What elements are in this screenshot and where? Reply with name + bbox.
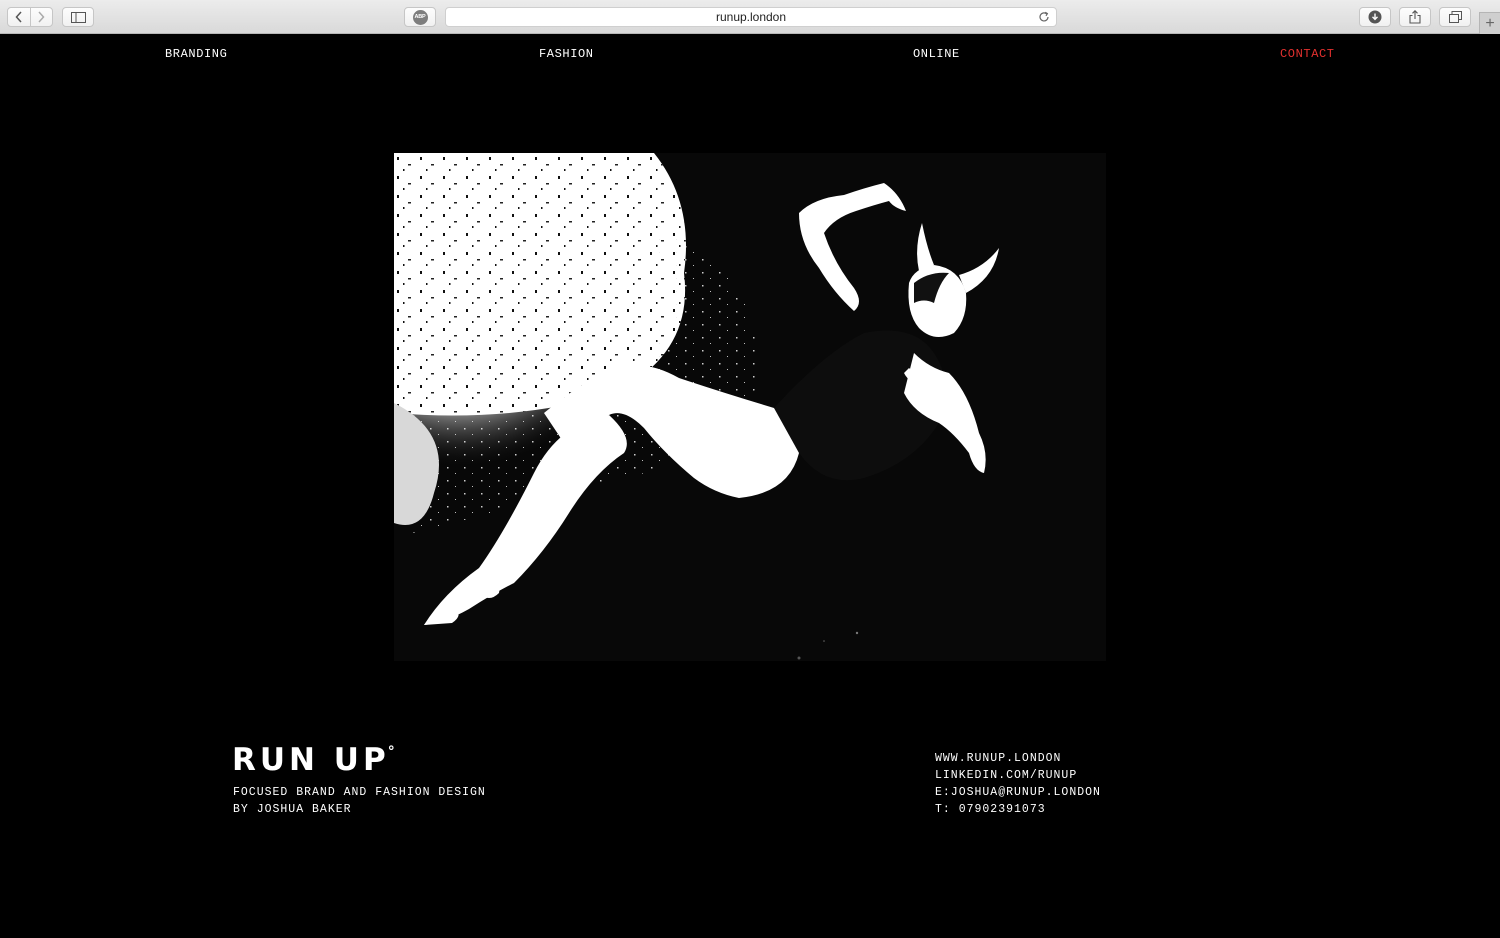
- chevron-right-icon: [38, 11, 45, 23]
- tagline-primary: FOCUSED BRAND AND FASHION DESIGN: [233, 786, 486, 799]
- back-button[interactable]: [8, 8, 30, 26]
- share-icon: [1409, 10, 1421, 24]
- chevron-left-icon: [15, 11, 22, 23]
- history-nav: [7, 7, 53, 27]
- adblock-button[interactable]: ABP: [404, 7, 436, 27]
- tab-overview-button[interactable]: [1439, 7, 1471, 27]
- sidebar-icon: [70, 11, 86, 23]
- browser-toolbar: ABP runup.london +: [0, 0, 1500, 34]
- phone-link[interactable]: T: 07902391073: [935, 803, 1046, 816]
- reload-icon[interactable]: [1037, 10, 1051, 24]
- email-link[interactable]: E:JOSHUA@RUNUP.LONDON: [935, 786, 1101, 799]
- website-link[interactable]: WWW.RUNUP.LONDON: [935, 752, 1061, 765]
- linkedin-link[interactable]: LINKEDIN.COM/RUNUP: [935, 769, 1077, 782]
- forward-button[interactable]: [29, 8, 52, 26]
- downloads-button[interactable]: [1359, 7, 1391, 27]
- download-icon: [1368, 10, 1382, 24]
- nav-fashion[interactable]: FASHION: [539, 47, 594, 61]
- new-tab-button[interactable]: +: [1479, 12, 1500, 34]
- address-bar[interactable]: runup.london: [445, 7, 1057, 27]
- nav-branding[interactable]: BRANDING: [165, 47, 227, 61]
- tagline-author: BY JOSHUA BAKER: [233, 803, 352, 816]
- logo-text: RUN UP: [232, 742, 390, 778]
- nav-online[interactable]: ONLINE: [913, 47, 960, 61]
- tabs-icon: [1448, 11, 1462, 23]
- hero-image: [394, 153, 1106, 661]
- logo-mark: °: [387, 744, 399, 760]
- devil-woman-illustration: [394, 153, 1106, 661]
- nav-contact[interactable]: CONTACT: [1280, 47, 1335, 61]
- share-button[interactable]: [1399, 7, 1431, 27]
- sidebar-toggle-button[interactable]: [62, 7, 94, 27]
- adblock-icon: ABP: [412, 9, 428, 25]
- site-logo[interactable]: RUN UP°: [232, 742, 399, 778]
- url-text: runup.london: [715, 10, 787, 24]
